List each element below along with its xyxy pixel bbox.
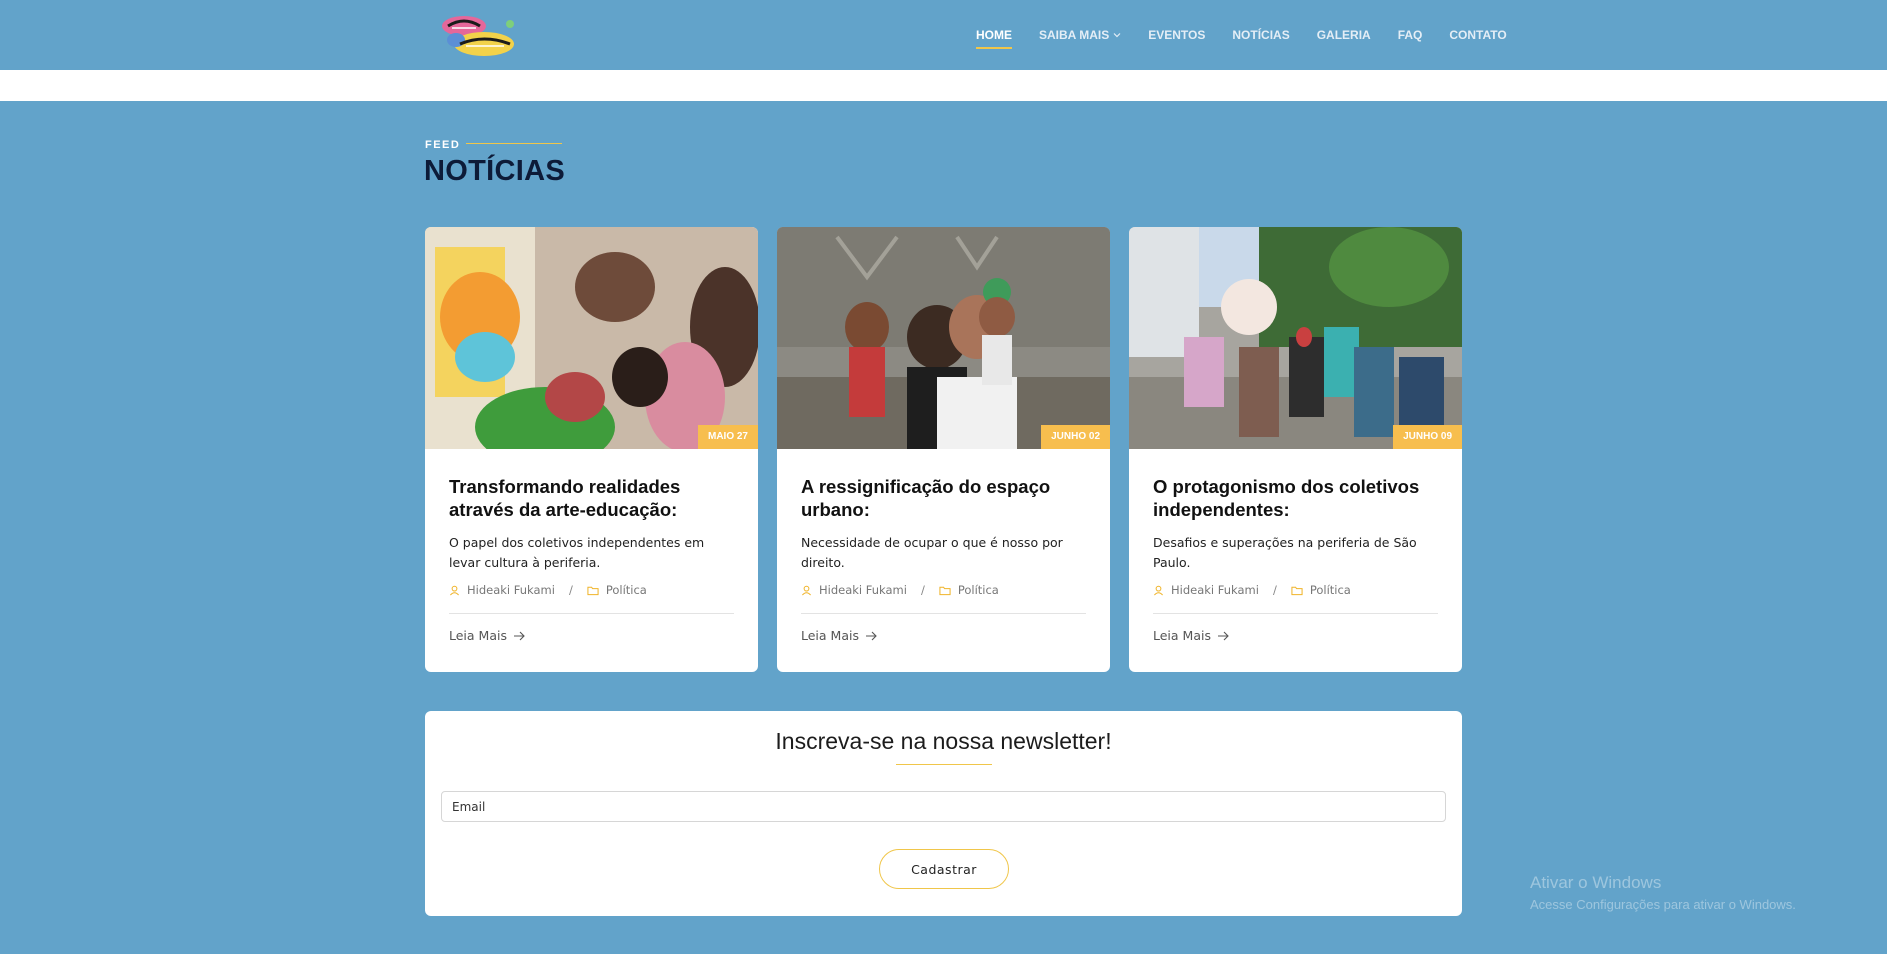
arrow-right-icon	[865, 631, 877, 640]
windows-activation-watermark: Ativar o Windows Acesse Configurações pa…	[1530, 873, 1796, 912]
read-more-label: Leia Mais	[449, 628, 507, 643]
card-meta: Hideaki Fukami / Política	[1153, 583, 1438, 597]
card-author[interactable]: Hideaki Fukami	[467, 583, 555, 597]
nav-galeria-label: GALERIA	[1316, 28, 1371, 42]
arrow-right-icon	[1217, 631, 1229, 640]
folder-icon	[1291, 586, 1303, 595]
read-more-label: Leia Mais	[801, 628, 859, 643]
top-navbar: HOME SAIBA MAIS EVENTOS NOTÍCIAS GALERIA…	[0, 0, 1887, 70]
nav-galeria[interactable]: GALERIA	[1317, 28, 1371, 42]
news-card[interactable]: JUNHO 02 A ressignificação do espaço urb…	[777, 227, 1110, 672]
nav-home[interactable]: HOME	[976, 28, 1012, 49]
date-badge: MAIO 27	[697, 425, 758, 449]
folder-icon	[939, 586, 951, 595]
site-logo[interactable]	[440, 14, 520, 58]
section-eyebrow: FEED	[425, 139, 461, 151]
nav-eventos-label: EVENTOS	[1148, 28, 1206, 42]
newsletter-divider	[896, 764, 992, 765]
read-more-link[interactable]: Leia Mais	[1153, 628, 1438, 643]
eyebrow-divider	[466, 143, 562, 144]
card-title[interactable]: Transformando realidades através da arte…	[449, 475, 734, 521]
card-author[interactable]: Hideaki Fukami	[1171, 583, 1259, 597]
nav-faq-label: FAQ	[1397, 28, 1423, 42]
user-icon	[1154, 585, 1163, 595]
card-meta: Hideaki Fukami / Política	[449, 583, 734, 597]
card-divider	[1153, 613, 1438, 614]
newsletter-panel: Inscreva-se na nossa newsletter! Cadastr…	[425, 711, 1462, 916]
user-icon	[450, 585, 459, 595]
meta-separator: /	[568, 583, 573, 597]
news-card-image[interactable]: JUNHO 02	[777, 227, 1110, 449]
news-card[interactable]: MAIO 27 Transformando realidades através…	[425, 227, 758, 672]
card-divider	[801, 613, 1086, 614]
card-description: Necessidade de ocupar o que é nosso por …	[801, 535, 1063, 570]
email-field[interactable]	[441, 791, 1446, 822]
nav-home-label: HOME	[976, 28, 1012, 42]
date-badge: JUNHO 02	[1041, 425, 1110, 449]
page-title: NOTÍCIAS	[424, 155, 565, 187]
arrow-right-icon	[513, 631, 525, 640]
watermark-title: Ativar o Windows	[1530, 873, 1662, 892]
news-card-image[interactable]: JUNHO 09	[1129, 227, 1462, 449]
date-badge: JUNHO 09	[1393, 425, 1462, 449]
header-spacer	[0, 70, 1887, 101]
card-title[interactable]: O protagonismo dos coletivos independent…	[1153, 475, 1438, 521]
folder-icon	[587, 586, 599, 595]
card-description: Desafios e superações na periferia de Sã…	[1153, 535, 1417, 570]
nav-contato[interactable]: CONTATO	[1449, 28, 1506, 42]
nav-contato-label: CONTATO	[1449, 28, 1507, 42]
card-title[interactable]: A ressignificação do espaço urbano:	[801, 475, 1086, 521]
nav-saiba-mais[interactable]: SAIBA MAIS	[1039, 28, 1121, 42]
nav-saiba-mais-label: SAIBA MAIS	[1039, 28, 1110, 42]
nav-eventos[interactable]: EVENTOS	[1148, 28, 1205, 42]
card-category[interactable]: Política	[958, 583, 999, 597]
card-meta: Hideaki Fukami / Política	[801, 583, 1086, 597]
meta-separator: /	[920, 583, 925, 597]
nav-noticias-label: NOTÍCIAS	[1232, 28, 1290, 42]
card-category[interactable]: Política	[1310, 583, 1351, 597]
news-card-image[interactable]: MAIO 27	[425, 227, 758, 449]
meta-separator: /	[1272, 583, 1277, 597]
card-description: O papel dos coletivos independentes em l…	[449, 535, 705, 570]
user-icon	[802, 585, 811, 595]
chevron-down-icon	[1113, 33, 1121, 38]
card-category[interactable]: Política	[606, 583, 647, 597]
card-divider	[449, 613, 734, 614]
newsletter-title: Inscreva-se na nossa newsletter!	[775, 728, 1112, 754]
watermark-subtitle: Acesse Configurações para ativar o Windo…	[1530, 897, 1796, 912]
read-more-link[interactable]: Leia Mais	[449, 628, 734, 643]
main-nav: HOME SAIBA MAIS EVENTOS NOTÍCIAS GALERIA…	[976, 0, 1507, 70]
read-more-label: Leia Mais	[1153, 628, 1211, 643]
nav-faq[interactable]: FAQ	[1398, 28, 1423, 42]
news-card[interactable]: JUNHO 09 O protagonismo dos coletivos in…	[1129, 227, 1462, 672]
subscribe-button[interactable]: Cadastrar	[879, 849, 1009, 889]
read-more-link[interactable]: Leia Mais	[801, 628, 1086, 643]
nav-noticias[interactable]: NOTÍCIAS	[1232, 28, 1289, 42]
card-author[interactable]: Hideaki Fukami	[819, 583, 907, 597]
